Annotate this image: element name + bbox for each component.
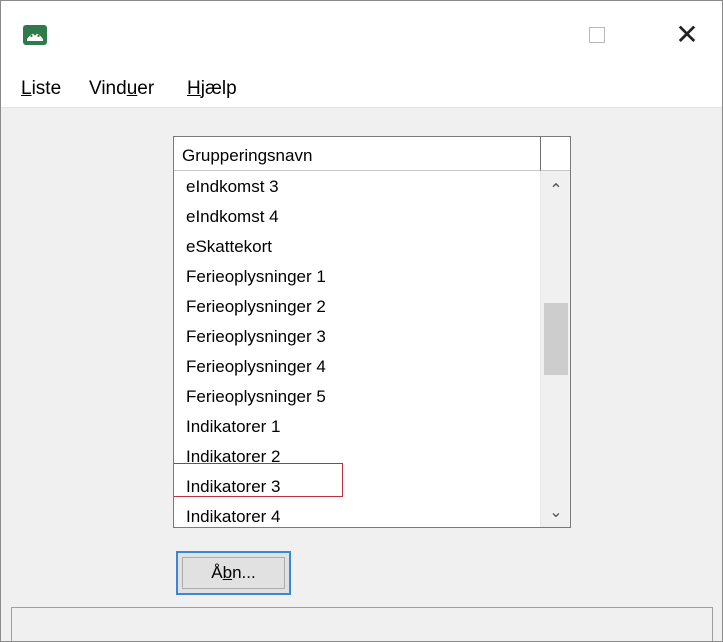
list-item[interactable]: Ferieoplysninger 2 <box>174 292 540 322</box>
vertical-scrollbar[interactable]: ⌃ ⌄ <box>540 171 570 527</box>
column-header-grupperingsnavn[interactable]: Grupperingsnavn <box>174 137 540 171</box>
column-header-label: Grupperingsnavn <box>182 146 313 165</box>
list-item[interactable]: Indikatorer 1 <box>174 412 540 442</box>
list-item[interactable]: Indikatorer 4 <box>174 502 540 527</box>
open-button-focus-ring <box>182 557 285 589</box>
scrollbar-thumb[interactable] <box>544 303 568 375</box>
scroll-up-icon[interactable]: ⌃ <box>541 175 570 205</box>
grouping-listbox[interactable]: Grupperingsnavn eIndkomst 3 eIndkomst 4 eS… <box>173 136 571 528</box>
open-button[interactable]: Åbn... <box>176 551 291 595</box>
list-item[interactable]: Ferieoplysninger 5 <box>174 382 540 412</box>
scroll-down-icon[interactable]: ⌄ <box>541 497 570 527</box>
highlight-annotation <box>174 463 343 497</box>
list-item[interactable]: Ferieoplysninger 3 <box>174 322 540 352</box>
app-logo-icon[interactable] <box>23 25 47 45</box>
menu-bar: Liste Vinduer Hjælp <box>1 63 722 108</box>
list-item[interactable]: eIndkomst 4 <box>174 202 540 232</box>
maximize-icon[interactable] <box>589 27 605 43</box>
list-item[interactable]: Ferieoplysninger 1 <box>174 262 540 292</box>
title-bar[interactable]: ✕ <box>1 1 722 63</box>
list-item[interactable]: Ferieoplysninger 4 <box>174 352 540 382</box>
list-item[interactable]: eIndkomst 3 <box>174 172 540 202</box>
close-icon[interactable]: ✕ <box>673 21 701 49</box>
status-bar <box>11 607 713 641</box>
menu-item-vinduer[interactable]: Vinduer <box>89 78 154 100</box>
column-header-filler <box>540 137 570 171</box>
menu-item-liste[interactable]: Liste <box>21 78 61 100</box>
list-item[interactable]: eSkattekort <box>174 232 540 262</box>
menu-item-hjaelp[interactable]: Hjælp <box>187 78 237 100</box>
app-window: ✕ Liste Vinduer Hjælp Grupperingsnavn eI… <box>0 0 723 642</box>
